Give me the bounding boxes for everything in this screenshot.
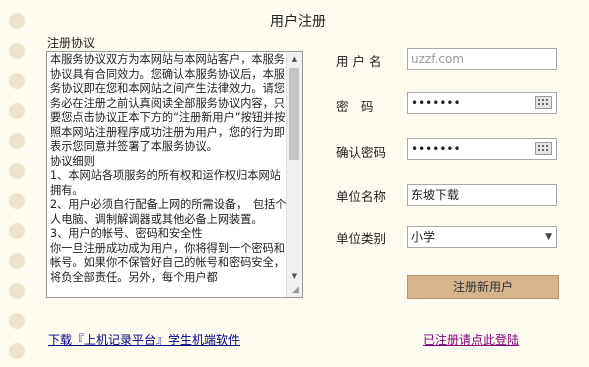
password-label: 密 码 xyxy=(336,99,374,114)
binder-hole xyxy=(9,43,25,59)
unit-type-select[interactable]: 小学 ▼ xyxy=(407,226,557,248)
login-link[interactable]: 已注册请点此登陆 xyxy=(423,331,519,348)
agreement-textarea[interactable]: 本服务协议双方为本网站与本网站客户，本服务协议具有合同效力。您确认本服务协议后，… xyxy=(46,51,303,298)
binder-hole xyxy=(9,313,25,329)
register-button[interactable]: 注册新用户 xyxy=(407,275,559,299)
page-title: 用户注册 xyxy=(270,14,326,30)
binder-hole xyxy=(9,73,25,89)
binder-hole xyxy=(9,343,25,359)
binder-hole xyxy=(9,13,25,29)
username-input[interactable]: uzzf.com xyxy=(407,48,557,70)
binder-hole xyxy=(9,223,25,239)
download-client-link[interactable]: 下载『上机记录平台』学生机端软件 xyxy=(48,331,240,348)
unit-name-label: 单位名称 xyxy=(336,189,387,204)
binder-hole xyxy=(9,163,25,179)
confirm-password-value: ••••••• xyxy=(411,142,461,156)
unit-type-label: 单位类别 xyxy=(336,231,387,246)
agreement-scrollbar[interactable]: ▲ ▼ xyxy=(286,52,302,297)
password-input[interactable]: ••••••• xyxy=(407,92,557,114)
agreement-text: 本服务协议双方为本网站与本网站客户，本服务协议具有合同效力。您确认本服务协议后，… xyxy=(50,53,287,284)
keyboard-icon[interactable] xyxy=(535,142,552,155)
confirm-password-label: 确认密码 xyxy=(336,145,387,160)
binder-hole xyxy=(9,103,25,119)
dropdown-arrow-icon[interactable]: ▼ xyxy=(545,227,552,247)
scroll-down-arrow-icon[interactable]: ▼ xyxy=(287,269,302,283)
scroll-up-arrow-icon[interactable]: ▲ xyxy=(287,52,302,66)
confirm-password-input[interactable]: ••••••• xyxy=(407,138,557,160)
binder-hole xyxy=(9,193,25,209)
keyboard-icon[interactable] xyxy=(535,96,552,109)
unit-type-value: 小学 xyxy=(411,230,436,244)
binder-hole xyxy=(9,133,25,149)
password-value: ••••••• xyxy=(411,96,461,110)
binder-holes xyxy=(9,0,29,367)
username-label: 用 户 名 xyxy=(336,54,382,69)
binder-hole xyxy=(9,253,25,269)
scroll-thumb[interactable] xyxy=(289,68,299,160)
binder-hole xyxy=(9,283,25,299)
resize-grip-icon[interactable]: ◢ xyxy=(290,285,301,296)
agreement-label: 注册协议 xyxy=(47,36,96,50)
unit-name-input[interactable]: 东坡下载 xyxy=(407,184,557,206)
